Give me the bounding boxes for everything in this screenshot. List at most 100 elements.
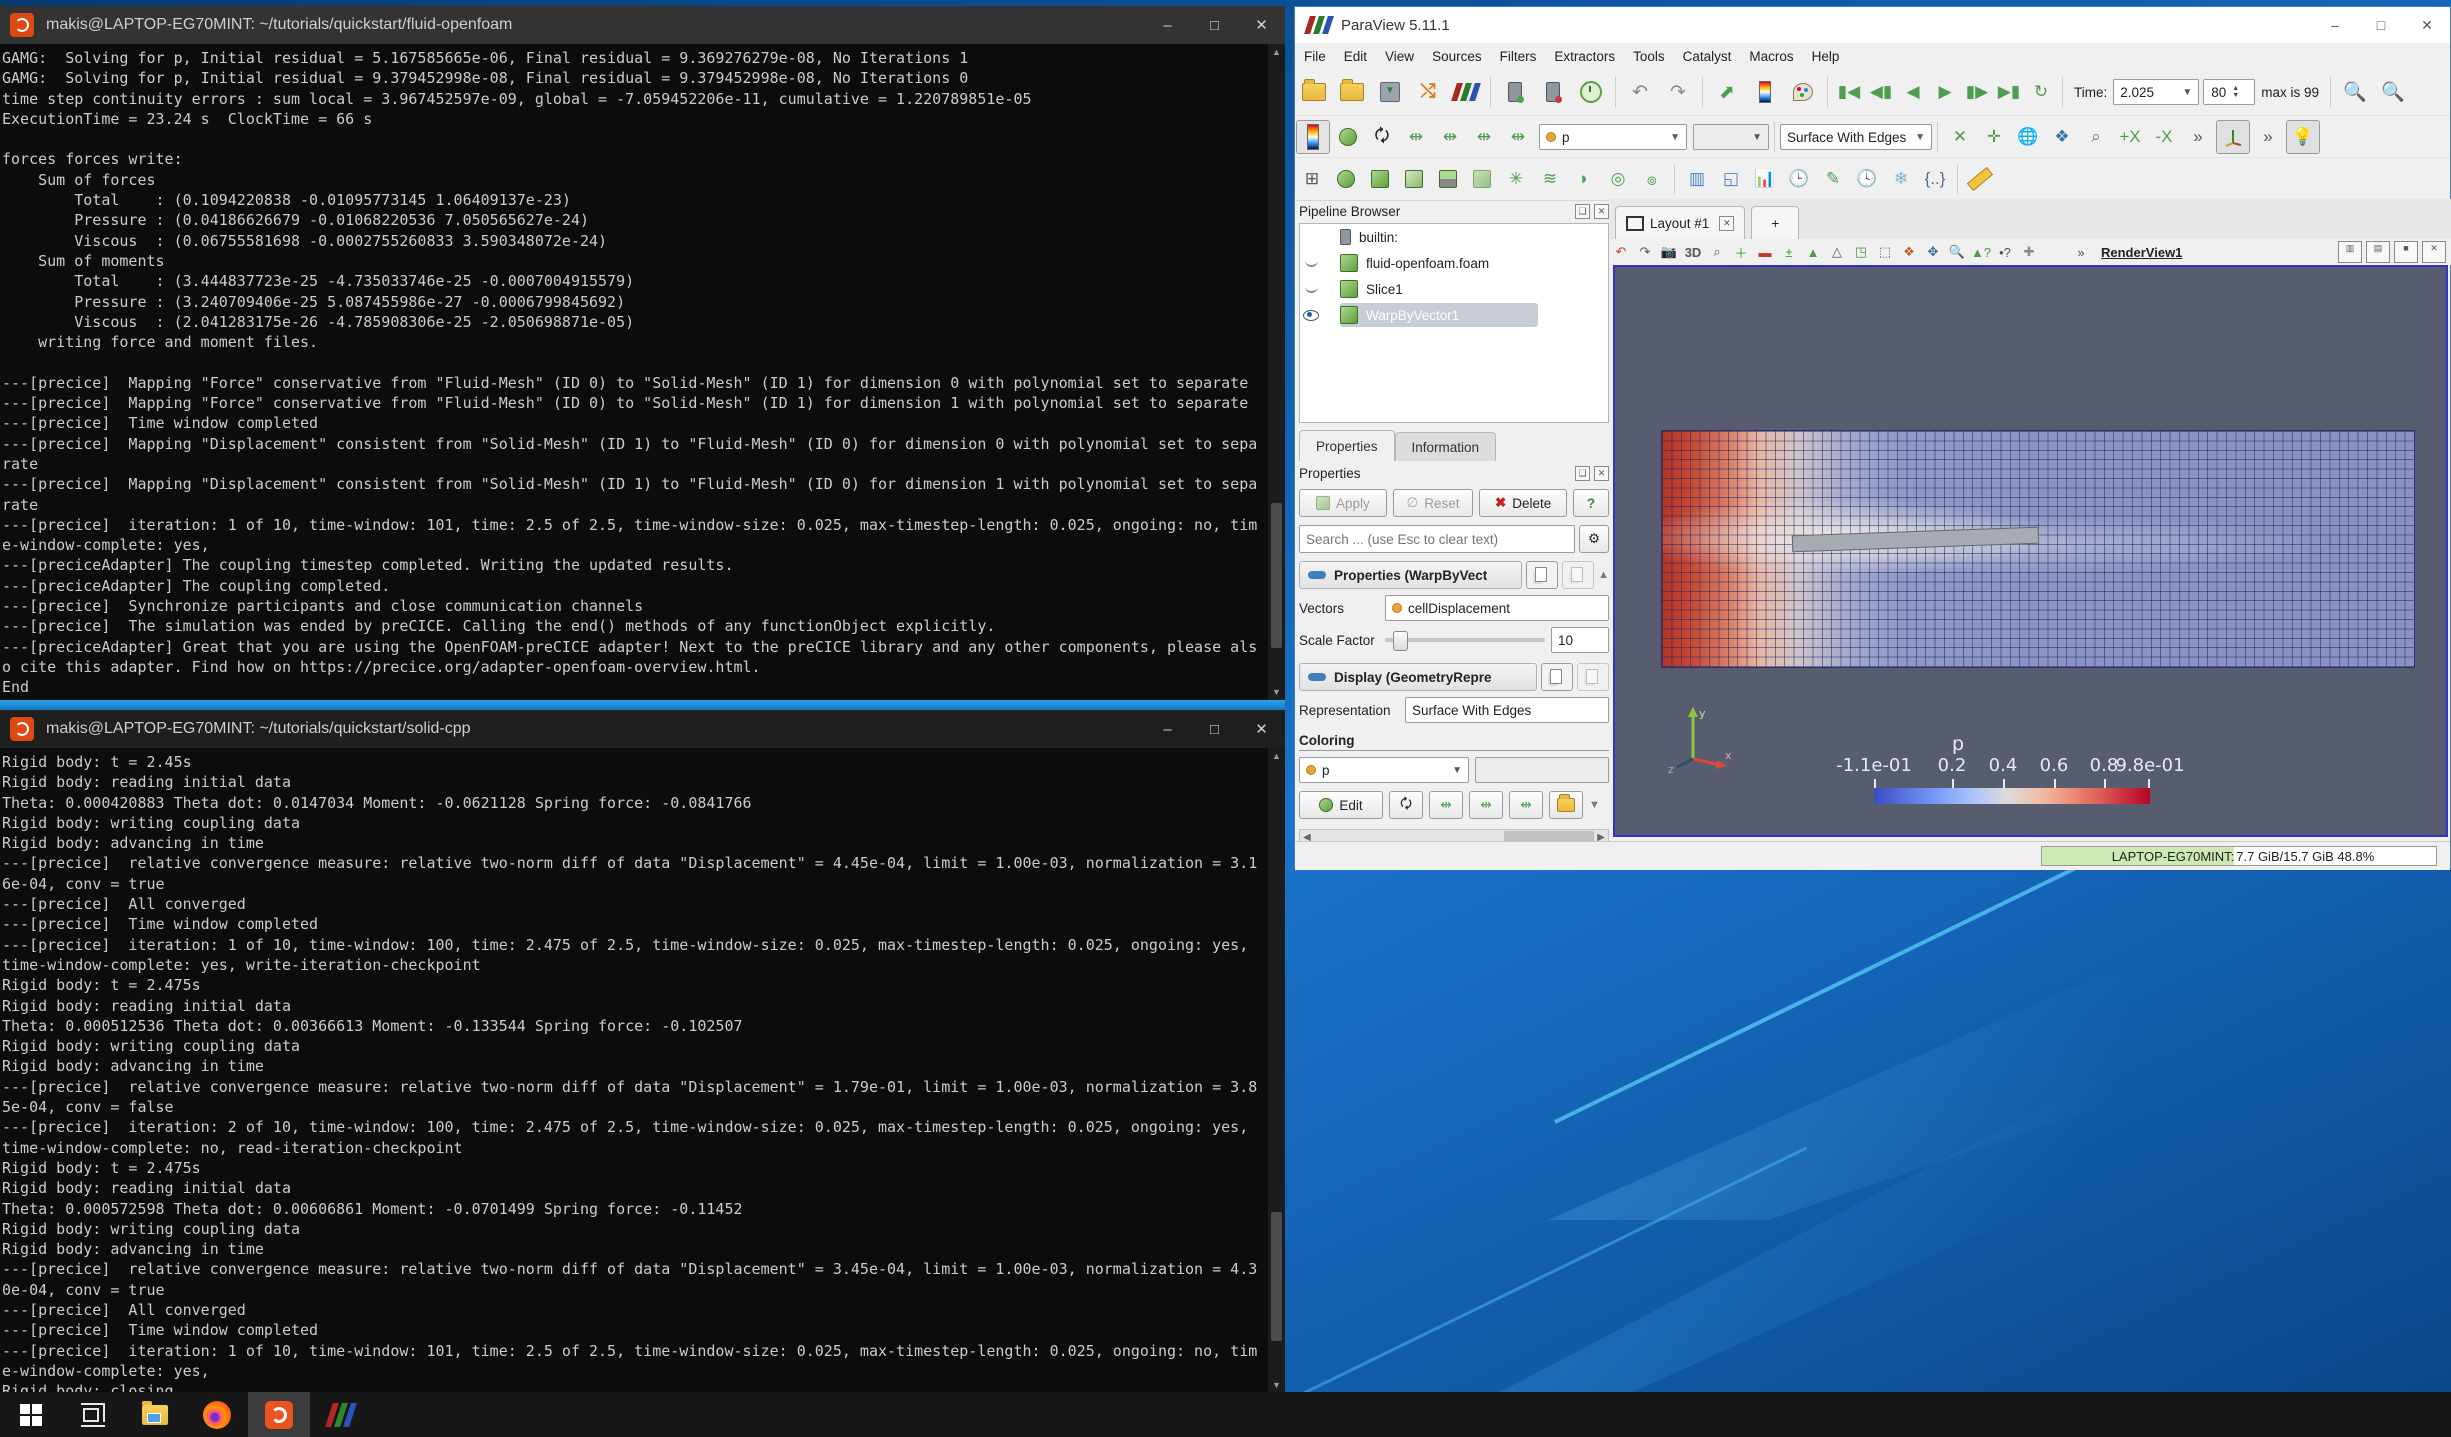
plot-data-over-time-button[interactable]: 🕓 xyxy=(1851,163,1883,195)
interactive-select-points-button[interactable]: 🔍 xyxy=(1945,241,1969,263)
vectors-select[interactable]: cellDisplacement xyxy=(1385,595,1609,621)
stream-tracer-button[interactable]: ≋ xyxy=(1534,163,1566,195)
hover-points-button[interactable]: •? xyxy=(1993,241,2017,263)
colormap-button[interactable] xyxy=(1747,74,1783,110)
plot-over-time-button[interactable]: 🕒 xyxy=(1783,163,1815,195)
toggle-selection-button[interactable]: ± xyxy=(1777,241,1801,263)
grow-selection-button[interactable]: ✚ xyxy=(2017,241,2041,263)
menu-help[interactable]: Help xyxy=(1803,49,1849,64)
new-layout-tab[interactable]: + xyxy=(1751,206,1799,239)
color-array-select[interactable]: p▼ xyxy=(1539,124,1687,150)
file-explorer-button[interactable] xyxy=(124,1392,186,1437)
copy-properties-icon[interactable] xyxy=(1526,561,1558,589)
save-state-button[interactable] xyxy=(1334,74,1370,110)
visibility-eye-closed-icon[interactable] xyxy=(1300,285,1322,293)
scroll-up-icon[interactable]: ▲ xyxy=(1268,748,1285,764)
calculator-filter-button[interactable]: ⊞ xyxy=(1296,163,1328,195)
menu-catalyst[interactable]: Catalyst xyxy=(1674,49,1741,64)
rescale-data-button[interactable]: 🗘 xyxy=(1389,791,1423,819)
maximize-button[interactable]: □ xyxy=(1191,6,1238,44)
connect-server-button[interactable] xyxy=(1497,74,1533,110)
menu-view[interactable]: View xyxy=(1376,49,1423,64)
minimize-button[interactable]: – xyxy=(2312,7,2358,43)
zoom-plus-button[interactable]: 🔍 xyxy=(2375,74,2411,110)
zoom-box-button[interactable]: ⌕ xyxy=(1705,241,1729,263)
search-options-gear-icon[interactable]: ⚙ xyxy=(1579,525,1609,553)
zoom-to-box-button[interactable]: 🔍 xyxy=(2337,74,2373,110)
time-value-select[interactable]: 2.025▼ xyxy=(2113,79,2199,105)
threshold-filter-button[interactable] xyxy=(1432,163,1464,195)
scroll-up-icon[interactable]: ▲ xyxy=(1268,44,1285,60)
disconnect-server-button[interactable] xyxy=(1535,74,1571,110)
paste-properties-icon[interactable] xyxy=(1562,561,1594,589)
camera-redo-button[interactable]: ↷ xyxy=(1633,241,1657,263)
visibility-eye-closed-icon[interactable] xyxy=(1300,259,1322,267)
extract-selection-button[interactable]: ◱ xyxy=(1715,163,1747,195)
close-tab-icon[interactable]: ✕ xyxy=(1719,216,1734,231)
zoom-closest-to-data-button[interactable]: ❖ xyxy=(2046,121,2078,153)
pipeline-item-slice1[interactable]: Slice1 xyxy=(1300,276,1608,302)
maximize-button[interactable]: □ xyxy=(2358,7,2404,43)
menu-sources[interactable]: Sources xyxy=(1423,49,1491,64)
menu-filters[interactable]: Filters xyxy=(1491,49,1546,64)
subtract-selection-button[interactable]: ▬ xyxy=(1753,241,1777,263)
tab-properties[interactable]: Properties xyxy=(1299,430,1395,461)
rescale-data-range-button[interactable]: 🗘 xyxy=(1366,121,1398,153)
scale-factor-input[interactable]: 10 xyxy=(1551,627,1609,653)
menu-extractors[interactable]: Extractors xyxy=(1545,49,1624,64)
programmable-filter-button[interactable]: {..} xyxy=(1919,163,1951,195)
select-cells-on-button[interactable]: ▲ xyxy=(1801,241,1825,263)
edit-color-map-button[interactable]: Edit xyxy=(1299,791,1383,819)
scroll-down-icon[interactable]: ▼ xyxy=(1589,799,1600,811)
firefox-button[interactable] xyxy=(186,1392,248,1437)
group-datasets-button[interactable]: ◎ xyxy=(1602,163,1634,195)
palette-button[interactable] xyxy=(1785,74,1821,110)
delete-button[interactable]: ✖ Delete xyxy=(1479,489,1567,517)
maximize-button[interactable]: □ xyxy=(1191,710,1238,748)
view-plus-x-button[interactable]: +X xyxy=(2114,121,2146,153)
select-points-on-button[interactable]: △ xyxy=(1825,241,1849,263)
tab-layout-1[interactable]: Layout #1 ✕ xyxy=(1615,206,1745,239)
scrollbar-thumb[interactable] xyxy=(1271,503,1282,647)
redo-button[interactable]: ↷ xyxy=(1660,74,1696,110)
add-selection-button[interactable]: ＋ xyxy=(1729,241,1753,263)
minimize-button[interactable]: – xyxy=(1144,6,1191,44)
properties-header[interactable]: Properties ❏ ✕ xyxy=(1299,461,1609,485)
hover-cells-button[interactable]: ▲? xyxy=(1969,241,1993,263)
menu-tools[interactable]: Tools xyxy=(1624,49,1674,64)
auto-apply-button[interactable]: ⤭ xyxy=(1410,74,1446,110)
python-calculator-button[interactable]: ❄ xyxy=(1885,163,1917,195)
rescale-temporal-range-button[interactable]: ⇹ xyxy=(1434,121,1466,153)
render-viewport[interactable]: y x z p -1.1e-01 0.2 0.4 0.6 0.8 9.8e-01 xyxy=(1613,265,2448,837)
scale-factor-slider[interactable] xyxy=(1385,638,1545,642)
slider-knob[interactable] xyxy=(1393,631,1408,651)
extract-group-button[interactable]: ๏ xyxy=(1636,163,1668,195)
plot-over-line-button[interactable]: ✎ xyxy=(1817,163,1849,195)
menu-file[interactable]: File xyxy=(1295,49,1335,64)
help-button[interactable]: ? xyxy=(1573,489,1609,517)
split-horizontal-button[interactable]: ▥ xyxy=(2338,241,2362,263)
choose-preset-button[interactable] xyxy=(1549,791,1583,819)
extract-subset-button[interactable] xyxy=(1466,163,1498,195)
paraview-taskbar-button[interactable] xyxy=(310,1392,372,1437)
copy-display-icon[interactable] xyxy=(1541,663,1573,691)
reset-button[interactable]: ∅ Reset xyxy=(1393,489,1474,517)
first-frame-button[interactable]: ▮◀ xyxy=(1834,74,1864,110)
search-input[interactable] xyxy=(1299,525,1575,553)
edit-colormap-button[interactable] xyxy=(1332,121,1364,153)
glyph-filter-button[interactable]: ✳ xyxy=(1500,163,1532,195)
component-select[interactable]: ▼ xyxy=(1693,124,1769,150)
visibility-eye-open-icon[interactable] xyxy=(1300,310,1322,321)
close-button[interactable]: ✕ xyxy=(1238,6,1285,44)
undock-panel-icon[interactable]: ❏ xyxy=(1575,204,1590,219)
section-properties-warpbyvector[interactable]: Properties (WarpByVect xyxy=(1299,561,1522,589)
pipeline-item-builtin[interactable]: builtin: xyxy=(1300,224,1608,250)
undock-panel-icon[interactable]: ❏ xyxy=(1575,466,1590,481)
representation-select[interactable]: Surface With Edges▼ xyxy=(1780,124,1932,150)
close-view-button[interactable]: ✕ xyxy=(2422,241,2446,263)
scroll-up-icon[interactable]: ▲ xyxy=(1598,569,1609,581)
camera-undo-button[interactable]: ↶ xyxy=(1609,241,1633,263)
play-reverse-button[interactable]: ◀ xyxy=(1898,74,1928,110)
tab-information[interactable]: Information xyxy=(1395,432,1497,461)
representation-select[interactable]: Surface With Edges xyxy=(1405,697,1609,723)
